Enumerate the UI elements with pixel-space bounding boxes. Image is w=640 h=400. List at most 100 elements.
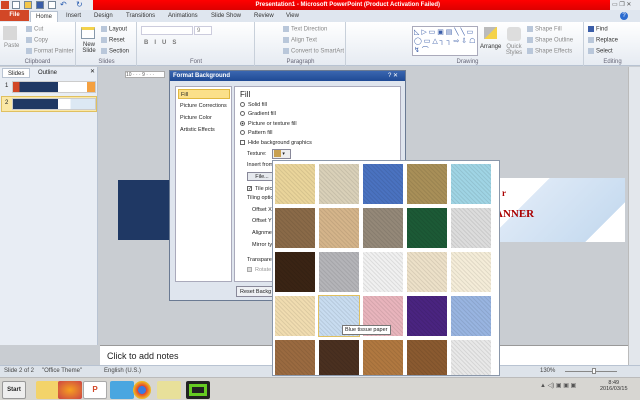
open-icon[interactable] (24, 1, 32, 9)
font-size-box[interactable]: 9 (194, 26, 212, 35)
texture-tile[interactable] (407, 164, 447, 204)
help-icon[interactable]: ? (620, 12, 628, 20)
zoom-slider[interactable] (565, 371, 617, 372)
copy-button[interactable]: Copy (26, 37, 48, 44)
slide-thumbnail-1[interactable] (12, 81, 96, 93)
texture-tile[interactable] (319, 252, 359, 292)
texture-tile[interactable] (319, 208, 359, 248)
texture-dropdown[interactable]: ▾ (272, 149, 291, 159)
texture-tile[interactable] (275, 164, 315, 204)
texture-tile[interactable] (275, 340, 315, 375)
window-controls[interactable]: ▭ ❐ ✕ (612, 1, 631, 8)
texture-tile[interactable] (363, 164, 403, 204)
undo-icon[interactable]: ↶ (60, 1, 68, 9)
tab-insert[interactable]: Insert (66, 11, 81, 22)
texture-tile[interactable] (451, 340, 491, 375)
texture-tile[interactable] (407, 208, 447, 248)
new-icon[interactable] (12, 1, 20, 9)
zoom-level[interactable]: 130% (540, 368, 555, 374)
gradient-fill-radio[interactable]: Gradient fill (240, 111, 276, 117)
tray-icons[interactable]: ▲ ◁) ▣ ▣ ▣ (540, 382, 576, 389)
tab-home[interactable]: Home (30, 11, 59, 22)
save-icon[interactable] (36, 1, 44, 9)
shapes-gallery[interactable]: ◺ ▷ ▭ ▣ ▤ ╲ ╲ ▭ ◯ ▭ △ ┐ ┐ ⇨ ⇩ ☖ ↯ ⌒ (412, 26, 478, 56)
texture-preview-icon (274, 150, 281, 158)
align-text-button[interactable]: Align Text (283, 37, 317, 44)
arrange-button[interactable]: Arrange (480, 44, 501, 50)
font-name-box[interactable] (141, 26, 193, 35)
category-picture-color[interactable]: Picture Color (178, 113, 230, 123)
start-button[interactable]: Start (2, 381, 26, 399)
texture-tile[interactable] (319, 340, 359, 375)
media-player-icon[interactable] (110, 381, 134, 399)
rotate-checkbox[interactable]: Rotate (247, 267, 271, 273)
clock[interactable]: 8:49 2016/03/15 (600, 380, 628, 392)
texture-tile[interactable] (275, 296, 315, 336)
format-painter-button[interactable]: Format Painter (26, 48, 74, 55)
language[interactable]: English (U.S.) (104, 368, 141, 374)
shape-outline-button[interactable]: Shape Outline (527, 37, 573, 44)
section-button[interactable]: Section (101, 48, 129, 55)
layout-button[interactable]: Layout (101, 26, 127, 33)
tab-review[interactable]: Review (254, 11, 274, 22)
explorer-icon[interactable] (36, 381, 60, 399)
new-slide-button[interactable]: New Slide (80, 42, 98, 54)
texture-tile[interactable] (275, 208, 315, 248)
print-preview-icon[interactable] (48, 1, 56, 9)
texture-tile[interactable] (451, 164, 491, 204)
firefox-icon[interactable] (58, 381, 82, 399)
cut-button[interactable]: Cut (26, 26, 43, 33)
hide-background-checkbox[interactable]: Hide background graphics (240, 140, 312, 146)
texture-tile[interactable] (275, 252, 315, 292)
texture-tile[interactable] (451, 252, 491, 292)
app-icon[interactable] (186, 381, 210, 399)
font-format-buttons[interactable]: BIUS (144, 40, 182, 46)
slide-thumbnail-2[interactable] (12, 98, 96, 110)
chrome-icon[interactable] (133, 381, 151, 399)
dialog-help-close-icons[interactable]: ? ✕ (388, 72, 398, 79)
paste-button[interactable]: Paste (4, 43, 19, 49)
powerpoint-logo-icon[interactable] (1, 1, 9, 9)
slide-canvas[interactable]: r ANNER (490, 178, 625, 242)
tab-file[interactable]: File (0, 10, 29, 21)
sticky-notes-icon[interactable] (157, 381, 181, 399)
category-fill[interactable]: Fill (178, 89, 230, 99)
tile-checkbox[interactable]: ✓ Tile pic (247, 186, 272, 192)
texture-tile[interactable] (319, 164, 359, 204)
tab-view[interactable]: View (286, 11, 299, 22)
texture-tile[interactable] (451, 208, 491, 248)
shape-fill-button[interactable]: Shape Fill (527, 26, 562, 33)
convert-smartart-button[interactable]: Convert to SmartArt (283, 48, 344, 55)
tab-slides[interactable]: Slides (2, 68, 31, 78)
texture-tile[interactable] (363, 340, 403, 375)
reset-button[interactable]: Reset (101, 37, 125, 44)
redo-icon[interactable]: ↻ (76, 1, 84, 9)
tab-slide-show[interactable]: Slide Show (211, 11, 241, 22)
select-button[interactable]: Select (588, 48, 613, 55)
texture-tile[interactable] (451, 296, 491, 336)
quick-styles-button[interactable]: Quick Styles (505, 44, 523, 56)
drawing-group-inner: ◺ ▷ ▭ ▣ ▤ ╲ ╲ ▭ ◯ ▭ △ ┐ ┐ ⇨ ⇩ ☖ ↯ ⌒ Arra… (412, 22, 584, 66)
solid-fill-radio[interactable]: Solid fill (240, 102, 267, 108)
picture-texture-fill-radio[interactable]: Picture or texture fill (240, 121, 297, 127)
powerpoint-taskbar-icon[interactable]: P (83, 381, 107, 399)
texture-tile[interactable] (407, 296, 447, 336)
texture-tile[interactable] (363, 208, 403, 248)
text-direction-button[interactable]: Text Direction (283, 26, 327, 33)
zoom-slider-thumb[interactable] (592, 368, 596, 374)
close-pane-icon[interactable]: ✕ (90, 68, 95, 75)
find-button[interactable]: Find (588, 26, 608, 33)
texture-tile[interactable] (407, 340, 447, 375)
category-picture-corrections[interactable]: Picture Corrections (178, 101, 230, 111)
tab-design[interactable]: Design (94, 11, 113, 22)
replace-button[interactable]: Replace (588, 37, 618, 44)
pattern-fill-radio[interactable]: Pattern fill (240, 130, 272, 136)
shape-effects-button[interactable]: Shape Effects (527, 48, 572, 55)
texture-tile[interactable] (407, 252, 447, 292)
tab-outline[interactable]: Outline (33, 68, 62, 78)
texture-tile[interactable] (363, 252, 403, 292)
vertical-scrollbar[interactable] (628, 67, 640, 377)
category-artistic-effects[interactable]: Artistic Effects (178, 125, 230, 135)
tab-animations[interactable]: Animations (168, 11, 198, 22)
tab-transitions[interactable]: Transitions (126, 11, 155, 22)
